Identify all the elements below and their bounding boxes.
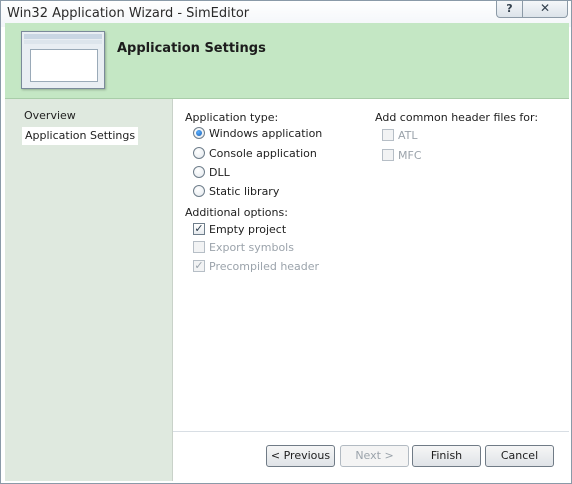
radio-label: DLL xyxy=(209,165,230,179)
radio-windows-application[interactable]: Windows application xyxy=(193,125,322,141)
preview-menubar xyxy=(24,34,102,39)
finish-button[interactable]: Finish xyxy=(412,445,481,467)
previous-button[interactable]: < Previous xyxy=(266,445,335,467)
help-button[interactable]: ? xyxy=(496,1,523,18)
checkbox-label: ATL xyxy=(398,128,418,142)
checkbox-atl: ATL xyxy=(382,127,418,143)
checkbox-empty-project[interactable]: ✓ Empty project xyxy=(193,221,286,237)
checkbox-label: Export symbols xyxy=(209,240,294,254)
radio-button-checked[interactable] xyxy=(193,127,205,139)
radio-button[interactable] xyxy=(193,147,205,159)
nav-item-application-settings[interactable]: Application Settings xyxy=(22,127,139,145)
checkbox-disabled xyxy=(382,149,394,161)
wizard-banner: Application Settings xyxy=(5,23,569,99)
radio-label: Static library xyxy=(209,184,280,198)
footer-separator xyxy=(173,431,569,432)
checkbox-label: Empty project xyxy=(209,222,287,236)
radio-button[interactable] xyxy=(193,166,205,178)
radio-button[interactable] xyxy=(193,185,205,197)
application-preview-image xyxy=(21,31,105,89)
preview-toolbar xyxy=(24,40,102,44)
page-title: Application Settings xyxy=(117,41,266,56)
radio-static-library[interactable]: Static library xyxy=(193,183,279,199)
radio-label: Console application xyxy=(209,146,317,160)
close-button[interactable]: ✕ xyxy=(522,1,568,18)
settings-panel: Application type: Windows application Co… xyxy=(173,99,569,481)
checkbox-disabled xyxy=(193,241,205,253)
checkbox-disabled-checked: ✓ xyxy=(193,259,205,272)
header-files-label: Add common header files for: xyxy=(375,111,539,124)
checkbox-checked[interactable]: ✓ xyxy=(193,223,205,235)
checkbox-export-symbols: Export symbols xyxy=(193,239,294,255)
radio-console-application[interactable]: Console application xyxy=(193,145,317,161)
nav-item-overview[interactable]: Overview xyxy=(21,107,79,125)
preview-client-area xyxy=(30,49,98,82)
cancel-button[interactable]: Cancel xyxy=(485,445,554,467)
window-title: Win32 Application Wizard - SimEditor xyxy=(7,6,250,21)
wizard-window: Win32 Application Wizard - SimEditor ? ✕… xyxy=(0,0,572,484)
checkbox-disabled xyxy=(382,129,394,141)
additional-options-label: Additional options: xyxy=(185,206,288,219)
checkbox-precompiled-header: ✓ Precompiled header xyxy=(193,258,319,274)
radio-dll[interactable]: DLL xyxy=(193,164,230,180)
radio-label: Windows application xyxy=(209,126,323,140)
next-button: Next > xyxy=(340,445,409,467)
wizard-nav: Overview Application Settings xyxy=(5,99,173,481)
application-type-label: Application type: xyxy=(185,111,279,124)
checkbox-label: MFC xyxy=(398,148,422,162)
checkbox-mfc: MFC xyxy=(382,147,422,163)
checkbox-label: Precompiled header xyxy=(209,259,320,273)
